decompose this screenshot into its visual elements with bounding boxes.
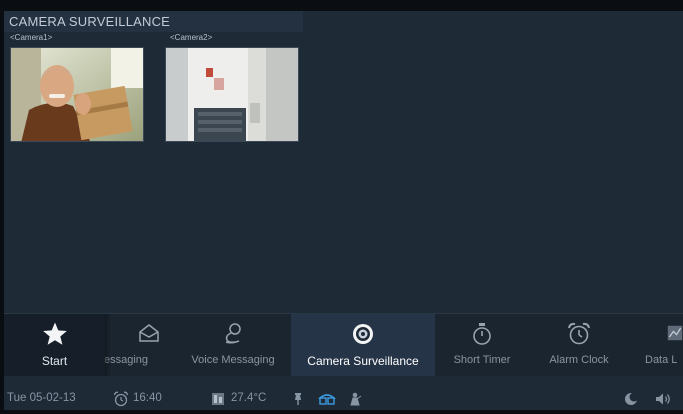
status-alarm[interactable]: 16:40 — [113, 387, 162, 410]
dock-item-short-timer[interactable]: Short Timer — [440, 314, 524, 376]
status-temperature-value: 27.4°C — [231, 392, 267, 404]
alarm-clock-icon — [113, 391, 129, 406]
alarm-clock-icon — [568, 322, 590, 345]
thermometer-icon — [212, 392, 224, 405]
camera1-label: <Camera1> — [10, 33, 53, 42]
person-icon — [350, 392, 362, 405]
voice-message-icon — [225, 323, 241, 344]
status-pin[interactable] — [293, 387, 303, 410]
pin-icon — [295, 392, 301, 405]
status-network[interactable] — [317, 387, 337, 410]
moon-icon — [625, 392, 638, 405]
status-date: Tue 05-02-13 — [7, 392, 76, 404]
app-dock: essaging Voice Messaging Camera Surveill… — [4, 313, 683, 376]
status-temperature: 27.4°C — [211, 387, 266, 410]
dock-divider-shadow — [105, 314, 111, 376]
dock-label-messaging: essaging — [104, 354, 149, 366]
camera2-image — [166, 48, 298, 141]
dock-label-data-logger: Data L — [645, 354, 678, 366]
stopwatch-icon — [473, 323, 491, 345]
chart-icon — [667, 325, 683, 341]
dock-item-data-logger[interactable]: Data L — [629, 314, 683, 376]
page-title: CAMERA SURVEILLANCE — [4, 11, 303, 32]
dock-item-alarm-clock[interactable]: Alarm Clock — [534, 314, 624, 376]
status-volume[interactable] — [655, 387, 673, 410]
camera-surveillance-screen: CAMERA SURVEILLANCE <Camera1> <Camera2> — [4, 11, 683, 410]
status-person[interactable] — [348, 387, 362, 410]
camera1-feed[interactable] — [10, 47, 144, 142]
network-icon — [318, 393, 336, 405]
speaker-icon — [656, 393, 670, 404]
dock-item-voice-messaging[interactable]: Voice Messaging — [182, 314, 284, 376]
dock-label-voice-messaging: Voice Messaging — [191, 354, 275, 366]
status-night-mode[interactable] — [624, 387, 638, 410]
status-alarm-time: 16:40 — [133, 392, 162, 404]
dock-label-start: Start — [41, 354, 68, 368]
dock-start-button[interactable]: Start — [4, 314, 105, 376]
dock-label-camera-surveillance: Camera Surveillance — [307, 354, 419, 368]
star-icon — [42, 322, 67, 345]
dock-item-messaging[interactable]: essaging — [104, 314, 187, 376]
envelope-icon — [139, 324, 159, 342]
dock-item-camera-surveillance[interactable]: Camera Surveillance — [291, 314, 435, 376]
dock-label-short-timer: Short Timer — [453, 354, 511, 366]
camera1-image — [11, 48, 143, 141]
status-bar: Tue 05-02-13 16:40 27.4°C — [4, 387, 683, 410]
camera2-feed[interactable] — [165, 47, 299, 142]
dock-label-alarm-clock: Alarm Clock — [549, 354, 609, 366]
camera2-label: <Camera2> — [170, 33, 213, 42]
camera-lens-icon — [353, 324, 373, 344]
